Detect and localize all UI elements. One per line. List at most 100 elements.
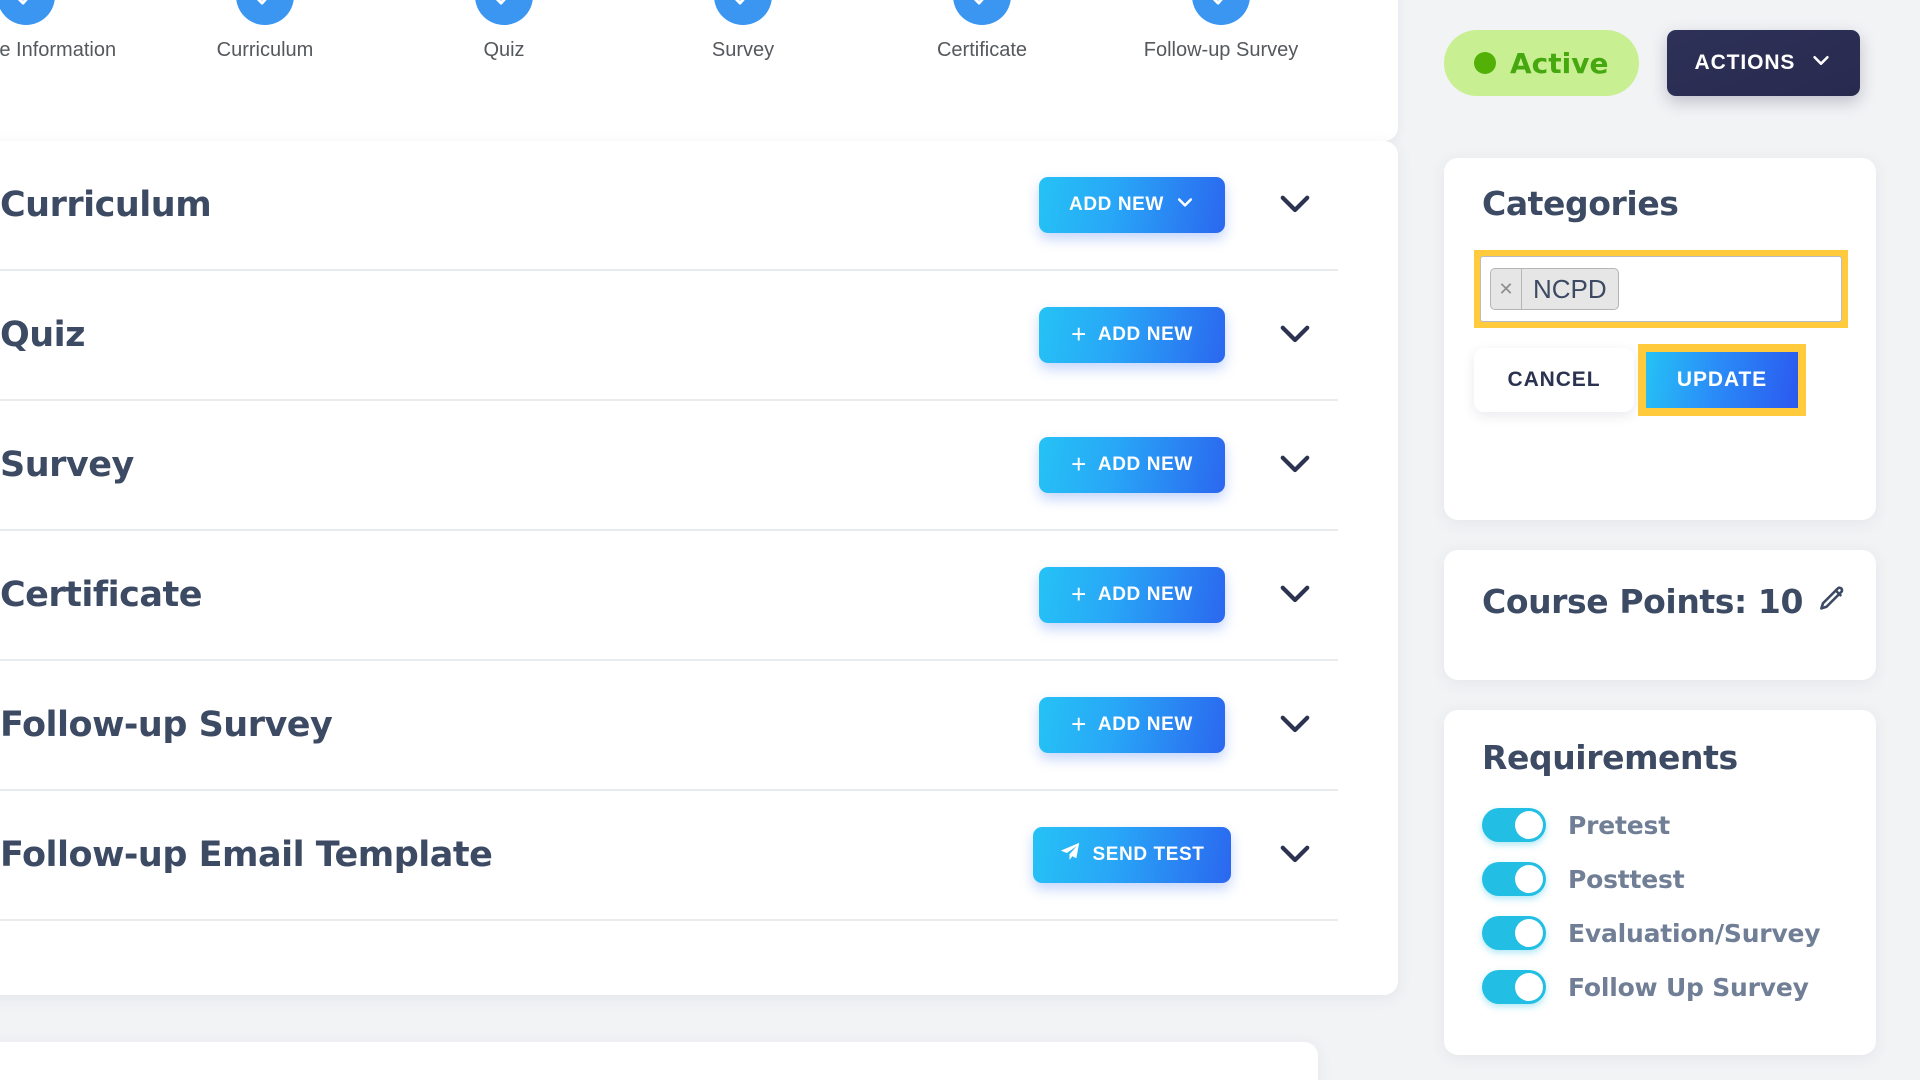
status-dot-icon xyxy=(1474,52,1496,74)
section-row-follow-up-survey: Follow-up Survey + ADD NEW xyxy=(0,661,1338,791)
sidebar-column: Active ACTIONS Categories ✕ NCPD CANCEL … xyxy=(1400,0,1920,1080)
send-test-label: SEND TEST xyxy=(1092,844,1205,865)
accordion-toggle-follow-up-email-template[interactable] xyxy=(1252,832,1338,879)
stepper-step-survey[interactable]: Survey xyxy=(663,0,823,62)
category-tag-label: NCPD xyxy=(1533,273,1607,304)
status-label: Active xyxy=(1510,46,1609,80)
toggle-knob xyxy=(1515,811,1543,839)
section-title: Survey xyxy=(0,445,134,485)
add-new-label: ADD NEW xyxy=(1097,324,1193,345)
send-test-button[interactable]: SEND TEST xyxy=(1033,827,1231,883)
accordion-toggle-survey[interactable] xyxy=(1252,442,1338,489)
stepper-step-course-information[interactable]: Course Information xyxy=(0,0,116,62)
add-new-label: ADD NEW xyxy=(1097,714,1193,735)
add-new-button-follow-up-survey[interactable]: + ADD NEW xyxy=(1039,697,1225,753)
section-title: Certificate xyxy=(0,575,202,615)
plus-icon: + xyxy=(1071,319,1087,349)
main-content-column: Course Information Curriculum Quiz xyxy=(0,0,1400,1080)
plus-icon: + xyxy=(1071,449,1087,479)
update-button[interactable]: UPDATE xyxy=(1646,352,1798,408)
section-title: Quiz xyxy=(0,315,86,355)
accordion-toggle-follow-up-survey[interactable] xyxy=(1252,702,1338,749)
actions-button[interactable]: ACTIONS xyxy=(1666,30,1861,96)
section-row-curriculum: Curriculum ADD NEW xyxy=(0,141,1338,271)
next-section-card xyxy=(0,1042,1318,1080)
course-points-row: Course Points: 10 xyxy=(1482,582,1847,621)
chevron-down-icon xyxy=(1274,312,1316,359)
check-icon xyxy=(714,0,772,25)
check-icon xyxy=(953,0,1011,25)
categories-input[interactable]: ✕ NCPD xyxy=(1480,256,1842,322)
check-icon xyxy=(475,0,533,25)
chevron-down-icon xyxy=(1274,702,1316,749)
stepper-step-label: Follow-up Survey xyxy=(1143,39,1299,61)
stepper-step-curriculum[interactable]: Curriculum xyxy=(185,0,345,62)
requirement-item-follow-up-survey: Follow Up Survey xyxy=(1482,960,1854,1014)
cancel-button[interactable]: CANCEL xyxy=(1474,348,1634,412)
stepper-step-quiz[interactable]: Quiz xyxy=(424,0,584,62)
accordion-toggle-curriculum[interactable] xyxy=(1252,182,1338,229)
chevron-down-icon xyxy=(1274,572,1316,619)
add-new-button-curriculum[interactable]: ADD NEW xyxy=(1039,177,1225,233)
stepper-step-follow-up-survey[interactable]: Follow-up Survey xyxy=(1141,0,1301,62)
sidebar-header: Active ACTIONS xyxy=(1444,30,1861,96)
chevron-down-icon xyxy=(1274,832,1316,879)
status-badge[interactable]: Active xyxy=(1444,30,1639,96)
check-icon xyxy=(1192,0,1250,25)
section-row-quiz: Quiz + ADD NEW xyxy=(0,271,1338,401)
categories-title: Categories xyxy=(1482,184,1679,223)
section-title: Curriculum xyxy=(0,185,212,225)
course-sections-card: Curriculum ADD NEW Quiz + ADD NEW Survey… xyxy=(0,141,1398,995)
chevron-down-icon xyxy=(1274,442,1316,489)
requirement-label: Evaluation/Survey xyxy=(1568,918,1821,948)
check-icon xyxy=(0,0,55,25)
requirement-label: Follow Up Survey xyxy=(1568,972,1809,1002)
add-new-button-quiz[interactable]: + ADD NEW xyxy=(1039,307,1225,363)
requirement-label: Posttest xyxy=(1568,864,1685,894)
requirements-card: Requirements Pretest Posttest Evaluation… xyxy=(1444,710,1876,1055)
categories-input-highlight: ✕ NCPD xyxy=(1474,250,1848,328)
toggle-posttest[interactable] xyxy=(1482,862,1546,896)
section-action-slot: ADD NEW xyxy=(1012,177,1252,233)
add-new-label: ADD NEW xyxy=(1097,454,1193,475)
course-builder-page: Course Information Curriculum Quiz xyxy=(0,0,1920,1080)
add-new-button-survey[interactable]: + ADD NEW xyxy=(1039,437,1225,493)
categories-actions: CANCEL UPDATE xyxy=(1474,344,1806,416)
requirement-item-evaluation-survey: Evaluation/Survey xyxy=(1482,906,1854,960)
requirement-item-pretest: Pretest xyxy=(1482,798,1854,852)
toggle-follow-up-survey[interactable] xyxy=(1482,970,1546,1004)
stepper-step-label: Quiz xyxy=(483,39,525,61)
section-title: Follow-up Survey xyxy=(0,705,333,745)
section-row-survey: Survey + ADD NEW xyxy=(0,401,1338,531)
section-title: Follow-up Email Template xyxy=(0,835,493,875)
chevron-down-icon xyxy=(1175,192,1195,218)
stepper-step-label: Curriculum xyxy=(216,39,314,61)
section-action-slot: + ADD NEW xyxy=(1012,437,1252,493)
category-tag-ncpd[interactable]: ✕ NCPD xyxy=(1490,268,1619,310)
requirement-label: Pretest xyxy=(1568,810,1670,840)
toggle-knob xyxy=(1515,973,1543,1001)
toggle-pretest[interactable] xyxy=(1482,808,1546,842)
pencil-icon[interactable] xyxy=(1817,584,1847,619)
add-new-button-certificate[interactable]: + ADD NEW xyxy=(1039,567,1225,623)
plus-icon: + xyxy=(1071,709,1087,739)
add-new-label: ADD NEW xyxy=(1069,194,1164,215)
update-button-highlight: UPDATE xyxy=(1638,344,1806,416)
categories-card: Categories ✕ NCPD CANCEL UPDATE xyxy=(1444,158,1876,520)
section-row-follow-up-email-template: Follow-up Email Template SEND TEST xyxy=(0,791,1338,921)
toggle-knob xyxy=(1515,919,1543,947)
toggle-evaluation-survey[interactable] xyxy=(1482,916,1546,950)
requirements-title: Requirements xyxy=(1482,738,1738,777)
chevron-down-icon xyxy=(1810,49,1832,77)
accordion-toggle-certificate[interactable] xyxy=(1252,572,1338,619)
check-icon xyxy=(236,0,294,25)
stepper-step-label: Survey xyxy=(711,39,775,61)
course-points-label: Course Points: 10 xyxy=(1482,582,1804,621)
accordion-toggle-quiz[interactable] xyxy=(1252,312,1338,359)
requirements-list: Pretest Posttest Evaluation/Survey Follo… xyxy=(1482,798,1854,1014)
close-icon[interactable]: ✕ xyxy=(1491,269,1522,309)
section-action-slot: SEND TEST xyxy=(1012,827,1252,883)
stepper-step-certificate[interactable]: Certificate xyxy=(902,0,1062,62)
section-action-slot: + ADD NEW xyxy=(1012,307,1252,363)
course-stepper: Course Information Curriculum Quiz xyxy=(0,0,1398,141)
